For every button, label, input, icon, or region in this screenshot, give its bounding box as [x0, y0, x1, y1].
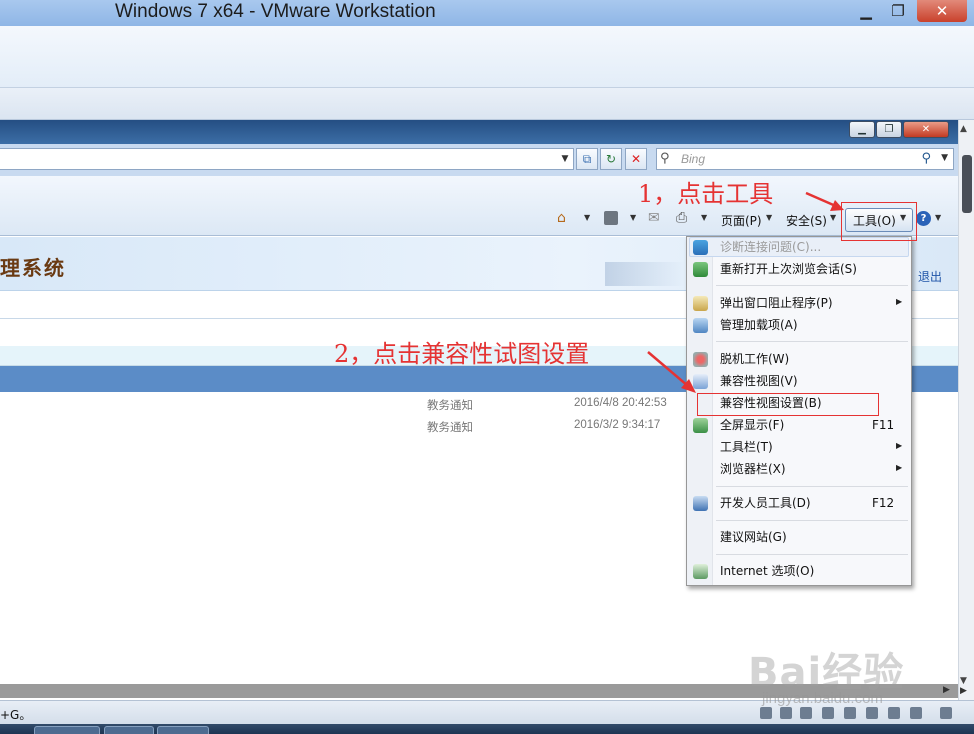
annotation-arrows: [647, 191, 844, 393]
watermark-url: jingyan.baidu.com: [762, 690, 883, 707]
annotation-arrow-2: [647, 351, 689, 387]
